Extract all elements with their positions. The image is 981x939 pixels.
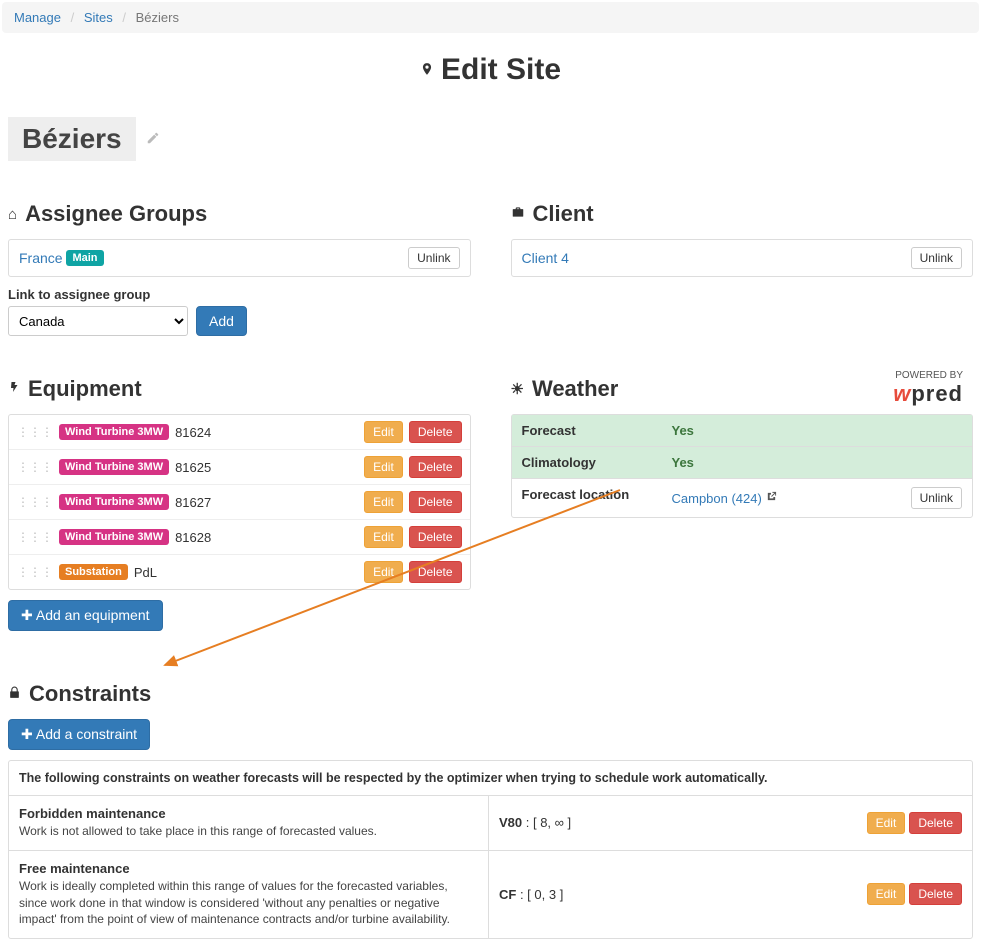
unlink-assignee-button[interactable]: Unlink xyxy=(408,247,459,269)
assignee-select[interactable]: Canada xyxy=(8,306,188,336)
map-pin-icon xyxy=(420,62,439,82)
weather-value-forecast: Yes xyxy=(672,423,694,438)
weather-label-location: Forecast location xyxy=(512,479,662,517)
section-assignee-groups: ⌂ Assignee Groups xyxy=(8,201,471,227)
edit-equipment-button[interactable]: Edit xyxy=(364,526,403,548)
drag-handle-icon[interactable]: ⋮⋮⋮ xyxy=(17,425,53,439)
constraint-desc: Work is not allowed to take place in thi… xyxy=(19,823,478,840)
constraint-value: CF : [ 0, 3 ] xyxy=(499,887,563,902)
weather-label-climatology: Climatology xyxy=(512,447,662,478)
bolt-icon xyxy=(8,379,20,399)
equipment-id: 81624 xyxy=(175,425,211,440)
weather-table: Forecast Yes Climatology Yes Forecast lo… xyxy=(511,414,974,518)
section-client: Client xyxy=(511,201,974,227)
unlink-client-button[interactable]: Unlink xyxy=(911,247,962,269)
delete-equipment-button[interactable]: Delete xyxy=(409,526,462,548)
equipment-row: ⋮⋮⋮ Wind Turbine 3MW 81627 Edit Delete xyxy=(9,485,470,520)
constraint-desc: Work is ideally completed within this ra… xyxy=(19,878,478,928)
delete-equipment-button[interactable]: Delete xyxy=(409,491,462,513)
delete-equipment-button[interactable]: Delete xyxy=(409,456,462,478)
equipment-type-badge: Wind Turbine 3MW xyxy=(59,459,169,475)
unlink-weather-button[interactable]: Unlink xyxy=(911,487,962,509)
external-link-icon[interactable] xyxy=(766,491,777,505)
equipment-id: 81628 xyxy=(175,530,211,545)
section-constraints: Constraints xyxy=(8,681,973,707)
equipment-id: PdL xyxy=(134,565,157,580)
delete-constraint-button[interactable]: Delete xyxy=(909,812,962,834)
breadcrumb-sites[interactable]: Sites xyxy=(84,10,113,25)
section-equipment: Equipment xyxy=(8,376,471,402)
home-icon: ⌂ xyxy=(8,206,17,223)
add-equipment-button[interactable]: ✚ Add an equipment xyxy=(8,600,163,631)
breadcrumb-manage[interactable]: Manage xyxy=(14,10,61,25)
client-link[interactable]: Client 4 xyxy=(522,250,569,266)
add-constraint-button[interactable]: ✚ Add a constraint xyxy=(8,719,150,750)
edit-equipment-button[interactable]: Edit xyxy=(364,421,403,443)
page-title-text: Edit Site xyxy=(441,53,561,86)
add-assignee-button[interactable]: Add xyxy=(196,306,247,336)
edit-name-icon[interactable] xyxy=(146,131,160,148)
constraint-title: Free maintenance xyxy=(19,861,478,876)
drag-handle-icon[interactable]: ⋮⋮⋮ xyxy=(17,565,53,579)
equipment-row: ⋮⋮⋮ Wind Turbine 3MW 81624 Edit Delete xyxy=(9,415,470,450)
breadcrumb-sep: / xyxy=(65,10,81,25)
equipment-id: 81625 xyxy=(175,460,211,475)
equipment-type-badge: Wind Turbine 3MW xyxy=(59,424,169,440)
forecast-location-link[interactable]: Campbon (424) xyxy=(672,491,762,506)
lock-icon xyxy=(8,685,21,704)
badge-main: Main xyxy=(66,250,103,266)
equipment-row: ⋮⋮⋮ Substation PdL Edit Delete xyxy=(9,555,470,589)
delete-constraint-button[interactable]: Delete xyxy=(909,883,962,905)
edit-equipment-button[interactable]: Edit xyxy=(364,561,403,583)
constraint-value: V80 : [ 8, ∞ ] xyxy=(499,815,571,830)
drag-handle-icon[interactable]: ⋮⋮⋮ xyxy=(17,495,53,509)
delete-equipment-button[interactable]: Delete xyxy=(409,421,462,443)
page-title: Edit Site xyxy=(0,53,981,87)
equipment-row: ⋮⋮⋮ Wind Turbine 3MW 81625 Edit Delete xyxy=(9,450,470,485)
constraint-title: Forbidden maintenance xyxy=(19,806,478,821)
equipment-row: ⋮⋮⋮ Wind Turbine 3MW 81628 Edit Delete xyxy=(9,520,470,555)
constraints-intro: The following constraints on weather for… xyxy=(19,771,962,785)
plus-icon: ✚ xyxy=(21,607,36,623)
weather-value-climatology: Yes xyxy=(672,455,694,470)
equipment-type-badge: Substation xyxy=(59,564,128,580)
edit-constraint-button[interactable]: Edit xyxy=(867,883,906,905)
site-name: Béziers xyxy=(8,117,136,161)
weather-brand: POWERED BY wpred xyxy=(893,370,963,407)
equipment-type-badge: Wind Turbine 3MW xyxy=(59,529,169,545)
drag-handle-icon[interactable]: ⋮⋮⋮ xyxy=(17,460,53,474)
link-assignee-label: Link to assignee group xyxy=(8,287,471,302)
drag-handle-icon[interactable]: ⋮⋮⋮ xyxy=(17,530,53,544)
assignee-link-france[interactable]: France xyxy=(19,250,63,266)
plus-icon: ✚ xyxy=(21,726,36,742)
equipment-list: ⋮⋮⋮ Wind Turbine 3MW 81624 Edit Delete ⋮… xyxy=(8,414,471,590)
equipment-type-badge: Wind Turbine 3MW xyxy=(59,494,169,510)
equipment-id: 81627 xyxy=(175,495,211,510)
delete-equipment-button[interactable]: Delete xyxy=(409,561,462,583)
edit-constraint-button[interactable]: Edit xyxy=(867,812,906,834)
weather-label-forecast: Forecast xyxy=(512,415,662,446)
edit-equipment-button[interactable]: Edit xyxy=(364,491,403,513)
breadcrumb-current: Béziers xyxy=(136,10,179,25)
edit-equipment-button[interactable]: Edit xyxy=(364,456,403,478)
briefcase-icon xyxy=(511,205,525,223)
breadcrumb-sep: / xyxy=(116,10,132,25)
sun-icon: ☀ xyxy=(511,380,524,398)
breadcrumb: Manage / Sites / Béziers xyxy=(2,2,979,33)
